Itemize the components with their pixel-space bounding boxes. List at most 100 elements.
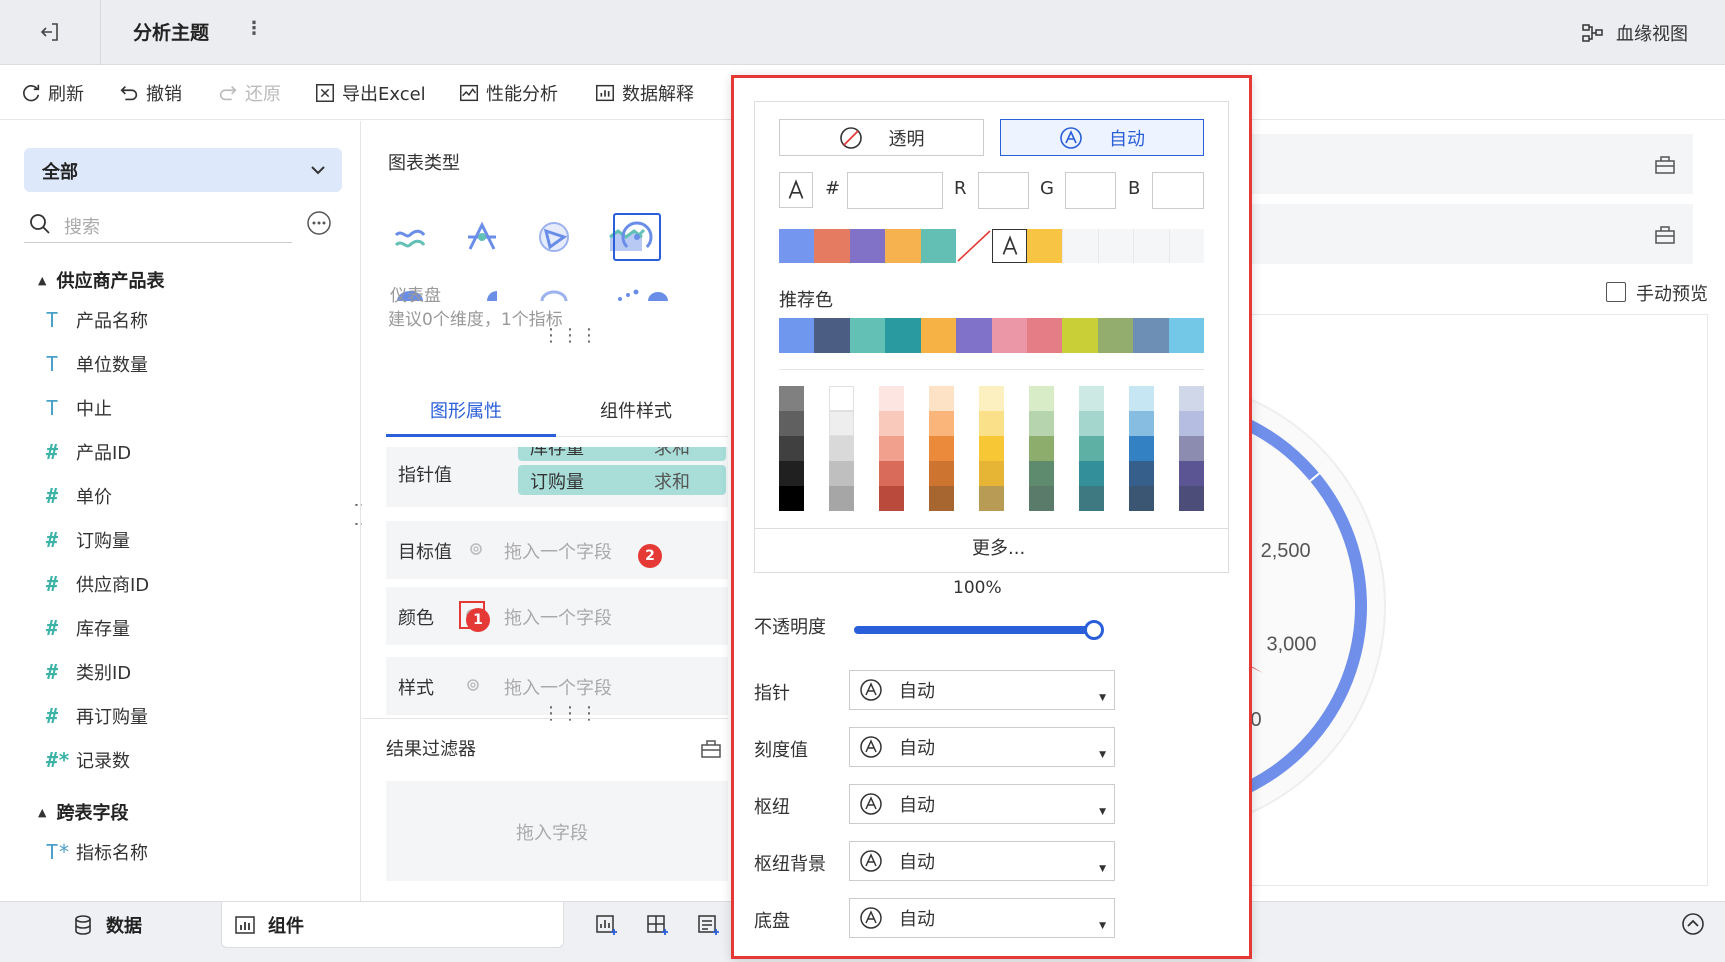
field-item[interactable]: T 中止 — [46, 395, 112, 421]
r-input[interactable] — [978, 172, 1029, 209]
more-menu-button[interactable]: ⋮ — [245, 18, 263, 39]
palette-swatch[interactable] — [829, 486, 854, 511]
palette-swatch[interactable] — [929, 386, 954, 411]
export-excel-button[interactable]: 导出Excel — [314, 80, 426, 106]
palette-swatch[interactable] — [879, 461, 904, 486]
color-slot[interactable]: 颜色 拖入一个字段 — [386, 587, 728, 645]
palette-swatch[interactable] — [779, 386, 804, 411]
palette-swatch[interactable] — [979, 386, 1004, 411]
palette-swatch[interactable] — [1079, 486, 1104, 511]
empty-swatch[interactable] — [1062, 229, 1099, 263]
tab-graph-properties[interactable]: 图形属性 — [430, 397, 502, 423]
field-item[interactable]: # 库存量 — [46, 615, 130, 641]
gauge-chart-type-icon[interactable] — [613, 213, 661, 261]
line-chart-type-icon[interactable] — [390, 217, 430, 257]
auto-swatch[interactable] — [991, 229, 1028, 263]
palette-swatch[interactable] — [1079, 386, 1104, 411]
palette-swatch[interactable] — [979, 411, 1004, 436]
hex-input[interactable] — [847, 172, 943, 209]
palette-swatch[interactable] — [929, 461, 954, 486]
palette-swatch[interactable] — [1029, 461, 1054, 486]
palette-swatch[interactable] — [1179, 461, 1204, 486]
property-color-select[interactable]: 自动 ▼ — [849, 670, 1115, 710]
lineage-view-button[interactable]: 血缘视图 — [1616, 20, 1688, 46]
field-group[interactable]: ▲ 供应商产品表 — [38, 267, 164, 293]
data-explain-button[interactable]: 数据解释 — [594, 80, 694, 106]
transparent-button[interactable]: 透明 — [779, 119, 984, 156]
color-swatch[interactable] — [1026, 229, 1063, 263]
recommended-swatch[interactable] — [849, 318, 886, 353]
palette-swatch[interactable] — [829, 436, 854, 461]
recommended-swatch[interactable] — [1097, 318, 1134, 353]
redo-button[interactable]: 还原 — [217, 80, 281, 106]
toolbox-icon[interactable] — [1653, 152, 1677, 176]
field-item[interactable]: T* 指标名称 — [46, 839, 148, 865]
settings-icon[interactable] — [468, 541, 484, 557]
pointer-field-pill[interactable]: 库存量 求和 — [518, 447, 726, 461]
g-input[interactable] — [1065, 172, 1116, 209]
palette-swatch[interactable] — [829, 386, 854, 411]
add-text-icon[interactable] — [697, 913, 721, 937]
palette-swatch[interactable] — [979, 436, 1004, 461]
more-options-icon[interactable] — [306, 210, 332, 236]
transparent-swatch[interactable] — [956, 229, 992, 263]
palette-swatch[interactable] — [779, 411, 804, 436]
recommended-swatch[interactable] — [1062, 318, 1099, 353]
palette-swatch[interactable] — [1129, 411, 1154, 436]
palette-swatch[interactable] — [929, 436, 954, 461]
add-chart-icon[interactable] — [595, 913, 619, 937]
auto-color-button[interactable]: 自动 — [1000, 119, 1204, 156]
field-item[interactable]: # 单价 — [46, 483, 112, 509]
palette-swatch[interactable] — [779, 461, 804, 486]
more-colors-button[interactable]: 更多... — [972, 534, 1025, 560]
recommended-swatch[interactable] — [885, 318, 922, 353]
component-tab[interactable]: 组件 — [221, 902, 564, 948]
palette-swatch[interactable] — [1129, 486, 1154, 511]
palette-swatch[interactable] — [929, 486, 954, 511]
field-item[interactable]: # 供应商ID — [46, 571, 149, 597]
palette-swatch[interactable] — [1179, 386, 1204, 411]
exit-icon[interactable] — [38, 20, 62, 44]
recommended-swatch[interactable] — [920, 318, 957, 353]
color-swatch[interactable] — [779, 229, 815, 263]
opacity-slider[interactable] — [854, 620, 1104, 640]
collapse-up-icon[interactable] — [1681, 912, 1705, 936]
property-color-select[interactable]: 自动 ▼ — [849, 784, 1115, 824]
palette-swatch[interactable] — [1079, 411, 1104, 436]
resize-handle-top[interactable]: ⋮⋮⋮ — [542, 325, 599, 346]
target-value-slot[interactable]: 目标值 拖入一个字段 — [386, 521, 728, 579]
palette-swatch[interactable] — [1129, 436, 1154, 461]
color-swatch[interactable] — [920, 229, 957, 263]
settings-icon[interactable] — [465, 677, 481, 693]
palette-swatch[interactable] — [1029, 436, 1054, 461]
palette-swatch[interactable] — [979, 461, 1004, 486]
color-swatch[interactable] — [885, 229, 922, 263]
palette-swatch[interactable] — [1129, 386, 1154, 411]
result-filter-dropzone[interactable]: 拖入字段 — [386, 781, 728, 881]
b-input[interactable] — [1152, 172, 1204, 209]
palette-swatch[interactable] — [929, 411, 954, 436]
field-item[interactable]: # 类别ID — [46, 659, 131, 685]
field-group[interactable]: ▲ 跨表字段 — [38, 799, 128, 825]
palette-swatch[interactable] — [879, 411, 904, 436]
pointer-field-pill[interactable]: 订购量 求和 — [518, 465, 726, 495]
palette-swatch[interactable] — [1029, 386, 1054, 411]
palette-swatch[interactable] — [1179, 411, 1204, 436]
recommended-swatch[interactable] — [1133, 318, 1170, 353]
polar-chart-type-icon[interactable] — [534, 217, 574, 257]
field-item[interactable]: # 再订购量 — [46, 703, 148, 729]
color-swatch[interactable] — [814, 229, 851, 263]
performance-button[interactable]: 性能分析 — [458, 80, 558, 106]
palette-swatch[interactable] — [1129, 461, 1154, 486]
property-color-select[interactable]: 自动 ▼ — [849, 898, 1115, 938]
auto-swatch-button[interactable] — [779, 172, 813, 208]
palette-swatch[interactable] — [829, 411, 854, 436]
recommended-swatch[interactable] — [956, 318, 992, 353]
field-item[interactable]: # 产品ID — [46, 439, 131, 465]
palette-swatch[interactable] — [1079, 461, 1104, 486]
filter-settings-icon[interactable] — [700, 737, 722, 759]
palette-swatch[interactable] — [1179, 436, 1204, 461]
manual-preview-checkbox[interactable] — [1606, 282, 1626, 302]
recommended-swatch[interactable] — [1168, 318, 1205, 353]
palette-swatch[interactable] — [1029, 411, 1054, 436]
